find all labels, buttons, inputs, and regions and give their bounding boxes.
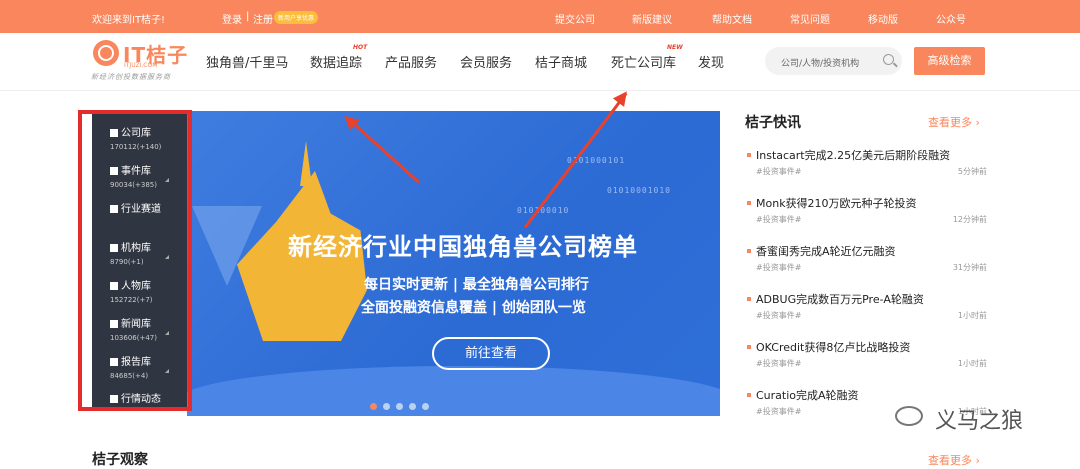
hot-badge: HOT [353, 44, 368, 51]
separator: | [246, 11, 250, 22]
carousel-dot[interactable] [383, 403, 390, 410]
register-promo-badge: 新用户享优惠 [274, 11, 319, 24]
feedback-link[interactable]: 新版建议 [632, 11, 672, 26]
wechat-icon [895, 406, 923, 426]
news-headline[interactable]: Monk获得210万欧元种子轮投资 [747, 195, 987, 211]
search-icon[interactable] [883, 54, 894, 65]
wechat-link[interactable]: 公众号 [936, 11, 966, 26]
news-tag[interactable]: #投资事件# [756, 310, 801, 321]
login-link[interactable]: 登录 [222, 11, 242, 26]
red-highlight-box [78, 110, 192, 411]
nav-unicorn[interactable]: 独角兽/千里马 [206, 52, 288, 71]
news-headline[interactable]: 香蜜闺秀完成A轮近亿元融资 [747, 243, 987, 259]
news-time: 5分钟前 [957, 167, 987, 176]
logo-domain: ITJUZI.COM [124, 62, 158, 69]
welcome-text: 欢迎来到IT桔子! [92, 15, 166, 26]
faq-link[interactable]: 常见问题 [790, 11, 830, 26]
banner-line-1: 每日实时更新 | 最全独角兽公司排行 [364, 277, 589, 293]
news-tag[interactable]: #投资事件# [756, 262, 801, 273]
register-link[interactable]: 注册 [253, 11, 273, 26]
binary-text: 010100010 [517, 206, 570, 215]
section-title: 桔子观察 [92, 452, 148, 468]
news-headline[interactable]: OKCredit获得8亿卢比战略投资 [747, 339, 987, 355]
nav-membership[interactable]: 会员服务 [460, 52, 512, 71]
news-item[interactable]: Instacart完成2.25亿美元后期阶段融资 #投资事件# 5分钟前 [747, 147, 987, 176]
news-headline[interactable]: Instacart完成2.25亿美元后期阶段融资 [747, 147, 987, 163]
banner-cloud [187, 366, 720, 416]
news-title: 桔子快讯 [745, 112, 801, 132]
news-more-link[interactable]: 查看更多 › [928, 114, 980, 130]
nav-products[interactable]: 产品服务 [385, 52, 437, 71]
submit-company-link[interactable]: 提交公司 [555, 11, 595, 26]
news-item[interactable]: ADBUG完成数百万元Pre-A轮融资 #投资事件# 1小时前 [747, 291, 987, 320]
binary-text: 01010001010 [607, 186, 671, 195]
banner-title: 新经济行业中国独角兽公司榜单 [288, 233, 638, 261]
orange-logo-icon[interactable] [93, 40, 119, 66]
carousel-dot[interactable] [396, 403, 403, 410]
watermark-text: 义马之狼 [935, 409, 1024, 434]
nav-discover[interactable]: 发现 [698, 52, 724, 71]
search-box[interactable]: 公司/人物/投资机构 [765, 47, 902, 75]
carousel-dot[interactable] [422, 403, 429, 410]
news-item[interactable]: Curatio完成A轮融资 #投资事件# 1小时前 [747, 387, 987, 416]
news-headline[interactable]: ADBUG完成数百万元Pre-A轮融资 [747, 291, 987, 307]
new-badge: NEW [667, 44, 683, 51]
news-time: 1小时前 [957, 359, 987, 368]
carousel-dot[interactable] [409, 403, 416, 410]
search-placeholder[interactable]: 公司/人物/投资机构 [781, 56, 859, 69]
mobile-link[interactable]: 移动版 [868, 11, 898, 26]
section-more-link[interactable]: 查看更多 › [928, 452, 980, 468]
nav-dead-companies[interactable]: 死亡公司库 [611, 52, 676, 71]
news-time: 12分钟前 [952, 215, 987, 224]
news-time: 1小时前 [957, 311, 987, 320]
banner-carousel[interactable]: 0101000101 01010001010 010100010 [187, 111, 720, 416]
news-item[interactable]: 香蜜闺秀完成A轮近亿元融资 #投资事件# 31分钟前 [747, 243, 987, 272]
nav-data-tracking[interactable]: 数据追踪 [310, 52, 362, 71]
carousel-dot[interactable] [370, 403, 377, 410]
news-tag[interactable]: #投资事件# [756, 166, 801, 177]
banner-line-2: 全面投融资信息覆盖 | 创始团队一览 [361, 300, 586, 316]
news-item[interactable]: Monk获得210万欧元种子轮投资 #投资事件# 12分钟前 [747, 195, 987, 224]
news-item[interactable]: OKCredit获得8亿卢比战略投资 #投资事件# 1小时前 [747, 339, 987, 368]
advanced-search-button[interactable]: 高级检索 [914, 47, 985, 75]
news-tag[interactable]: #投资事件# [756, 214, 801, 225]
news-tag[interactable]: #投资事件# [756, 358, 801, 369]
top-bar: 欢迎来到IT桔子! 登录 | 注册 新用户享优惠 提交公司 新版建议 帮助文档 … [0, 0, 1080, 33]
help-docs-link[interactable]: 帮助文档 [712, 11, 752, 26]
news-tag[interactable]: #投资事件# [756, 406, 801, 417]
banner-view-button[interactable]: 前往查看 [432, 337, 550, 370]
nav-mall[interactable]: 桔子商城 [535, 52, 587, 71]
news-time: 31分钟前 [952, 263, 987, 272]
logo-slogan: 新经济创投数据服务商 [91, 73, 171, 81]
carousel-dots[interactable] [370, 395, 435, 414]
news-headline[interactable]: Curatio完成A轮融资 [747, 387, 987, 403]
